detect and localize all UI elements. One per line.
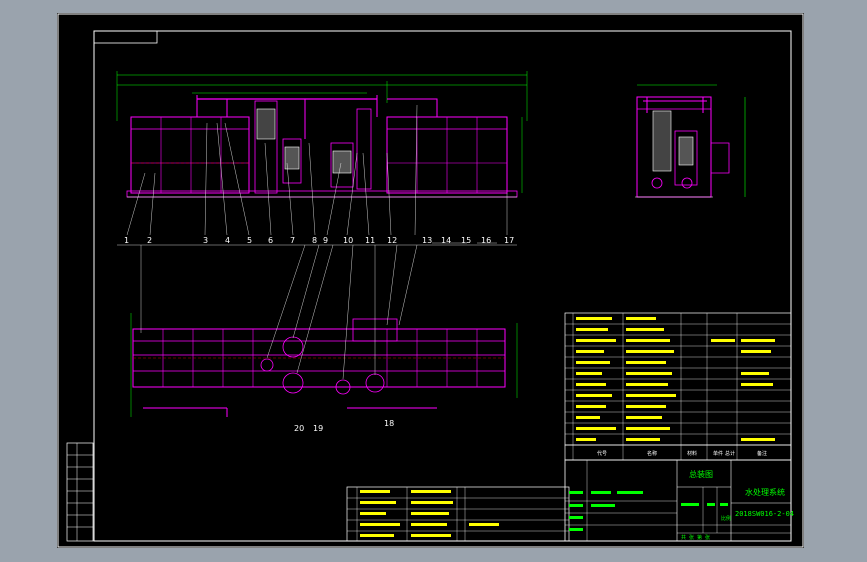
parts-list: 代号 名称 材料 单件 总计 备注	[564, 312, 792, 461]
secondary-parts-list	[346, 486, 570, 542]
balloon: 16	[481, 236, 491, 245]
balloon: 1	[124, 236, 129, 245]
balloon: 10	[343, 236, 353, 245]
drawing-name: 水处理系统	[745, 487, 785, 497]
front-elevation	[116, 71, 528, 244]
part-balloons-top: 1 2 3 4 5 6 7 8 9 10 11 12 13 14 15 16 1…	[117, 236, 517, 246]
plan-view	[130, 244, 518, 417]
corner-code-box	[93, 30, 158, 44]
outer-border	[57, 13, 804, 548]
balloon: 6	[268, 236, 273, 245]
product-name: 总装图	[689, 469, 713, 479]
balloon: 3	[203, 236, 208, 245]
balloon: 7	[290, 236, 295, 245]
header-name: 名称	[647, 450, 657, 457]
balloon: 2	[147, 236, 152, 245]
header-qty: 单件	[713, 450, 723, 457]
balloon: 12	[387, 236, 397, 245]
balloon: 20	[294, 424, 304, 433]
drawing-sheet: 1 2 3 4 5 6 7 8 9 10 11 12 13 14 15 16 1…	[57, 13, 804, 548]
drawing-code: 2018SW016-2-04	[735, 510, 794, 518]
balloon: 4	[225, 236, 230, 245]
part-balloons-plan: 20 19 18	[294, 419, 394, 433]
header-code: 代号	[597, 450, 607, 457]
balloon: 19	[313, 424, 323, 433]
balloon: 8	[312, 236, 317, 245]
title-block: 总装图 水处理系统 2018SW016-2-04 共 张 第 张 比例	[564, 459, 794, 542]
balloon: 5	[247, 236, 252, 245]
balloon: 11	[365, 236, 375, 245]
side-elevation	[635, 84, 746, 198]
cad-drawing: 1 2 3 4 5 6 7 8 9 10 11 12 13 14 15 16 1…	[57, 13, 804, 548]
sheet-label: 共 张 第 张	[681, 534, 710, 541]
balloon: 18	[384, 419, 394, 428]
scale-label: 比例	[721, 515, 731, 522]
balloon: 15	[461, 236, 471, 245]
revision-strip	[66, 442, 94, 542]
inner-border	[93, 30, 792, 542]
header-remark: 备注	[757, 450, 767, 457]
balloon: 17	[504, 236, 514, 245]
balloon: 14	[441, 236, 451, 245]
balloon: 9	[323, 236, 328, 245]
balloon: 13	[422, 236, 432, 245]
header-material: 材料	[687, 450, 697, 457]
header-total: 总计	[725, 450, 735, 457]
